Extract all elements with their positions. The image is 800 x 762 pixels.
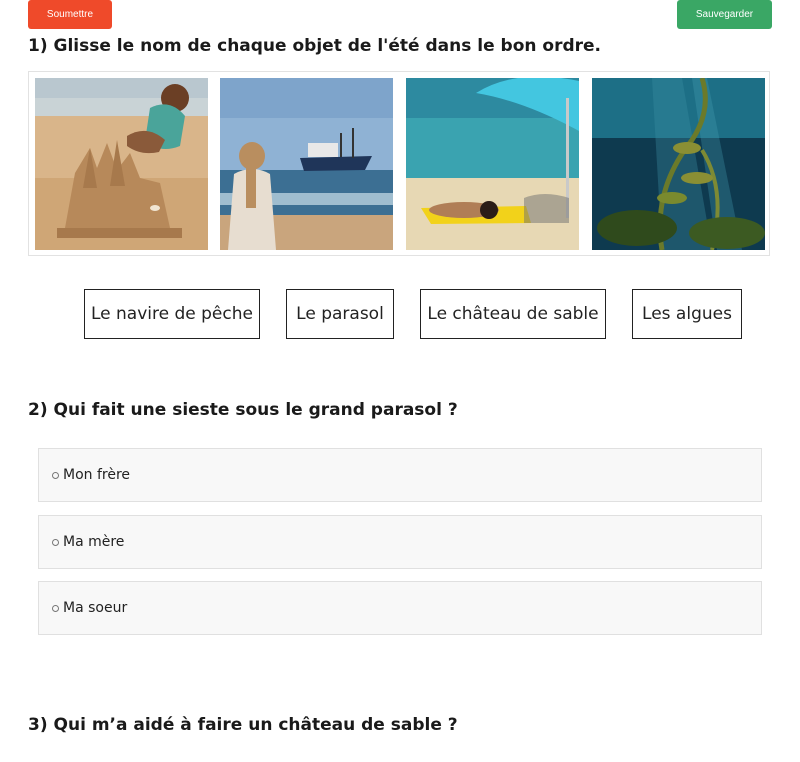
save-button[interactable]: Sauvegarder (677, 0, 772, 29)
drag-label-fishing-boat[interactable]: Le navire de pêche (84, 289, 260, 339)
answer-option-label: Ma soeur (63, 600, 128, 616)
drag-label-seaweed[interactable]: Les algues (632, 289, 742, 339)
answer-option[interactable]: Ma soeur (38, 581, 762, 635)
answer-option-label: Mon frère (63, 467, 131, 483)
answer-option[interactable]: Ma mère (38, 515, 762, 569)
question-1-title: 1) Glisse le nom de chaque objet de l'ét… (28, 36, 602, 56)
radio-button[interactable] (52, 538, 59, 546)
question-3-title: 3) Qui m’a aidé à faire un château de sa… (28, 715, 458, 735)
sandcastle-image (35, 78, 208, 250)
parasol-image (406, 78, 579, 250)
seaweed-image (592, 78, 765, 250)
drag-label-sandcastle[interactable]: Le château de sable (420, 289, 606, 339)
radio-button[interactable] (52, 604, 59, 612)
fishing-boat-image (220, 78, 393, 250)
drag-label-parasol[interactable]: Le parasol (286, 289, 394, 339)
answer-option[interactable]: Mon frère (38, 448, 762, 502)
question-2-title: 2) Qui fait une sieste sous le grand par… (28, 400, 458, 420)
image-strip (28, 71, 770, 256)
submit-button[interactable]: Soumettre (28, 0, 112, 29)
answer-option-label: Ma mère (63, 534, 125, 550)
radio-button[interactable] (52, 471, 59, 479)
